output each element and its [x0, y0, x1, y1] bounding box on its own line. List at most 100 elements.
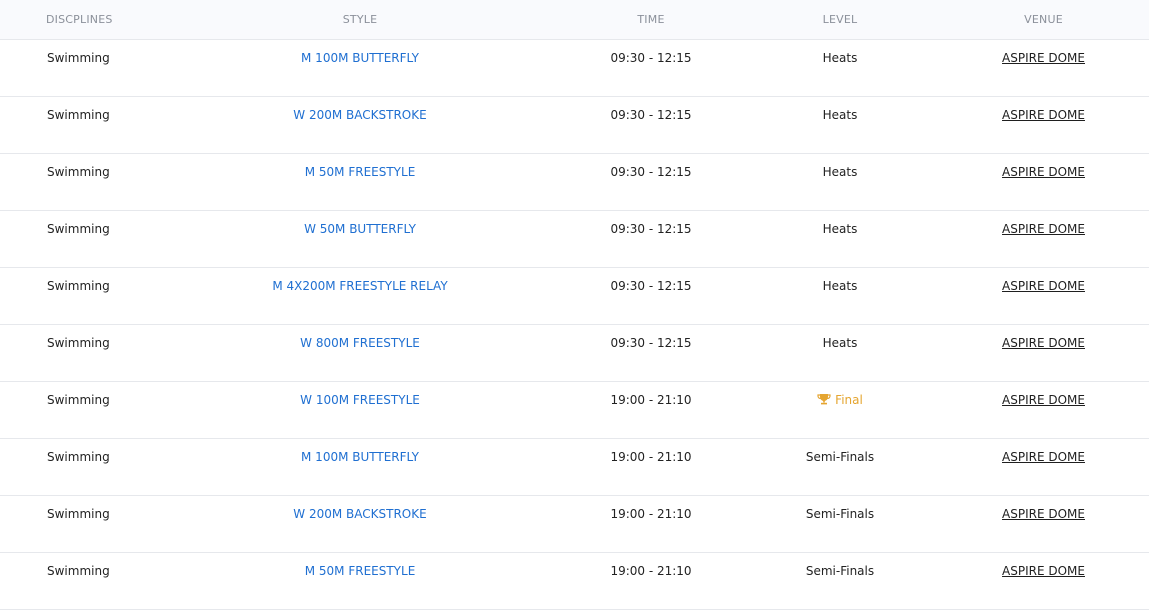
time-text: 19:00 - 21:10: [610, 393, 692, 407]
discipline-cell: Swimming: [0, 325, 160, 381]
venue-cell: ASPIRE DOME: [938, 553, 1149, 609]
venue-link[interactable]: ASPIRE DOME: [1002, 507, 1085, 521]
discipline-text: Swimming: [47, 564, 110, 578]
event-style-link[interactable]: W 100M FREESTYLE: [300, 393, 420, 407]
style-cell: M 100M BUTTERFLY: [160, 439, 560, 495]
table-row: Swimming W 50M BUTTERFLY 09:30 - 12:15 Heat…: [0, 211, 1149, 268]
venue-link[interactable]: ASPIRE DOME: [1002, 51, 1085, 65]
discipline-cell: Swimming: [0, 40, 160, 96]
level-text: Heats: [822, 279, 858, 293]
time-cell: 09:30 - 12:15: [560, 268, 742, 324]
discipline-cell: Swimming: [0, 97, 160, 153]
style-cell: W 200M BACKSTROKE: [160, 97, 560, 153]
table-row: Swimming M 100M BUTTERFLY 09:30 - 12:15 Hea…: [0, 40, 1149, 97]
level-text: Final: [835, 393, 863, 407]
table-row: Swimming M 50M FREESTYLE 19:00 - 21:10 Semi…: [0, 553, 1149, 610]
time-cell: 19:00 - 21:10: [560, 439, 742, 495]
discipline-text: Swimming: [47, 222, 110, 236]
venue-cell: ASPIRE DOME: [938, 154, 1149, 210]
time-cell: 09:30 - 12:15: [560, 97, 742, 153]
event-style-link[interactable]: M 50M FREESTYLE: [305, 165, 416, 179]
event-style-link[interactable]: M 4X200M FREESTYLE RELAY: [272, 279, 447, 293]
time-text: 09:30 - 12:15: [610, 165, 692, 179]
venue-link[interactable]: ASPIRE DOME: [1002, 279, 1085, 293]
discipline-text: Swimming: [47, 279, 110, 293]
discipline-cell: Swimming: [0, 496, 160, 552]
venue-cell: ASPIRE DOME: [938, 325, 1149, 381]
venue-link[interactable]: ASPIRE DOME: [1002, 450, 1085, 464]
discipline-cell: Swimming: [0, 439, 160, 495]
trophy-icon: [817, 394, 831, 405]
column-header-disciplines: DISCPLINES: [46, 13, 113, 26]
venue-link[interactable]: ASPIRE DOME: [1002, 393, 1085, 407]
event-style-link[interactable]: W 800M FREESTYLE: [300, 336, 420, 350]
level-cell: Heats: [742, 268, 938, 324]
discipline-text: Swimming: [47, 507, 110, 521]
table-row: Swimming M 4X200M FREESTYLE RELAY 09:30 - …: [0, 268, 1149, 325]
level-cell: Heats: [742, 325, 938, 381]
column-header-level: LEVEL: [822, 13, 858, 26]
time-cell: 19:00 - 21:10: [560, 382, 742, 438]
level-text: Heats: [822, 108, 858, 122]
venue-link[interactable]: ASPIRE DOME: [1002, 165, 1085, 179]
venue-cell: ASPIRE DOME: [938, 382, 1149, 438]
time-cell: 09:30 - 12:15: [560, 325, 742, 381]
style-cell: M 4X200M FREESTYLE RELAY: [160, 268, 560, 324]
column-header-time: TIME: [637, 13, 665, 26]
time-cell: 09:30 - 12:15: [560, 211, 742, 267]
level-cell: Heats: [742, 97, 938, 153]
discipline-text: Swimming: [47, 108, 110, 122]
discipline-cell: Swimming: [0, 268, 160, 324]
level-cell: Heats: [742, 211, 938, 267]
venue-link[interactable]: ASPIRE DOME: [1002, 222, 1085, 236]
level-cell: Semi-Finals: [742, 439, 938, 495]
level-text: Semi-Finals: [805, 507, 875, 521]
style-cell: M 50M FREESTYLE: [160, 553, 560, 609]
event-style-link[interactable]: W 200M BACKSTROKE: [293, 507, 426, 521]
time-text: 09:30 - 12:15: [610, 108, 692, 122]
level-text: Heats: [822, 165, 858, 179]
table-body: Swimming M 100M BUTTERFLY 09:30 - 12:15 Hea…: [0, 40, 1149, 610]
venue-cell: ASPIRE DOME: [938, 97, 1149, 153]
level-text: Heats: [822, 336, 858, 350]
venue-link[interactable]: ASPIRE DOME: [1002, 108, 1085, 122]
schedule-table: DISCPLINES STYLE TIME LEVEL VENUE Swimmi…: [0, 0, 1149, 610]
time-text: 09:30 - 12:15: [610, 51, 692, 65]
time-text: 09:30 - 12:15: [610, 336, 692, 350]
table-row: Swimming M 100M BUTTERFLY 19:00 - 21:10 Sem…: [0, 439, 1149, 496]
time-cell: 19:00 - 21:10: [560, 553, 742, 609]
level-cell: Semi-Finals: [742, 553, 938, 609]
style-cell: W 50M BUTTERFLY: [160, 211, 560, 267]
time-text: 19:00 - 21:10: [610, 450, 692, 464]
event-style-link[interactable]: M 100M BUTTERFLY: [301, 51, 419, 65]
style-cell: W 200M BACKSTROKE: [160, 496, 560, 552]
venue-cell: ASPIRE DOME: [938, 211, 1149, 267]
time-text: 19:00 - 21:10: [610, 507, 692, 521]
discipline-text: Swimming: [47, 450, 110, 464]
table-row: Swimming W 100M FREESTYLE 19:00 - 21:10 Fin…: [0, 382, 1149, 439]
venue-link[interactable]: ASPIRE DOME: [1002, 564, 1085, 578]
level-text: Semi-Finals: [805, 564, 875, 578]
style-cell: M 100M BUTTERFLY: [160, 40, 560, 96]
table-row: Swimming W 800M FREESTYLE 09:30 - 12:15 Hea…: [0, 325, 1149, 382]
discipline-text: Swimming: [47, 165, 110, 179]
event-style-link[interactable]: W 200M BACKSTROKE: [293, 108, 426, 122]
event-style-link[interactable]: M 50M FREESTYLE: [305, 564, 416, 578]
discipline-cell: Swimming: [0, 382, 160, 438]
event-style-link[interactable]: W 50M BUTTERFLY: [304, 222, 416, 236]
time-cell: 19:00 - 21:10: [560, 496, 742, 552]
venue-cell: ASPIRE DOME: [938, 268, 1149, 324]
venue-cell: ASPIRE DOME: [938, 40, 1149, 96]
venue-link[interactable]: ASPIRE DOME: [1002, 336, 1085, 350]
event-style-link[interactable]: M 100M BUTTERFLY: [301, 450, 419, 464]
table-header: DISCPLINES STYLE TIME LEVEL VENUE: [0, 0, 1149, 40]
level-cell: Heats: [742, 40, 938, 96]
column-header-venue: VENUE: [1024, 13, 1063, 26]
time-text: 09:30 - 12:15: [610, 279, 692, 293]
discipline-cell: Swimming: [0, 211, 160, 267]
level-text: Semi-Finals: [805, 450, 875, 464]
style-cell: W 100M FREESTYLE: [160, 382, 560, 438]
discipline-cell: Swimming: [0, 154, 160, 210]
discipline-text: Swimming: [47, 336, 110, 350]
level-cell: Semi-Finals: [742, 496, 938, 552]
